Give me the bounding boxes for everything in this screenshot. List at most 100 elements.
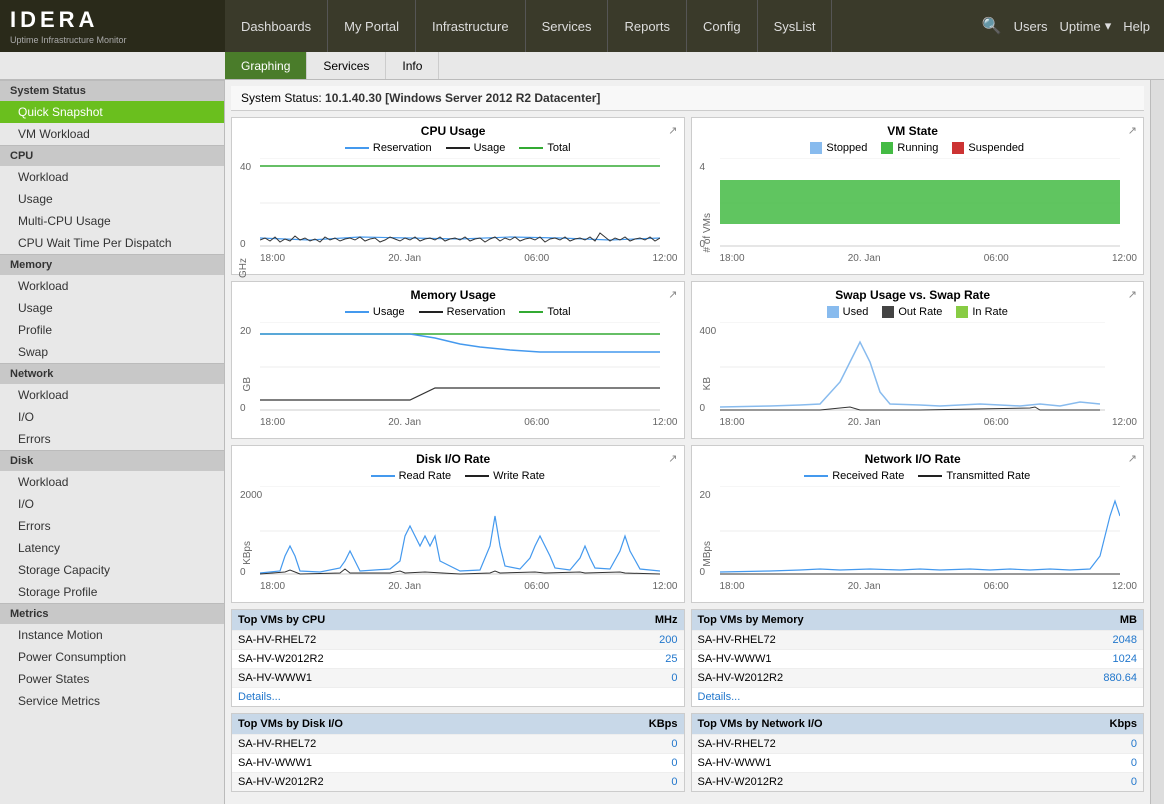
sidebar-item-power-consumption[interactable]: Power Consumption (0, 646, 224, 668)
nav-services[interactable]: Services (526, 0, 609, 52)
chart-grid-row2: ↗ Memory Usage Usage Reservation Total (231, 281, 1144, 439)
sidebar-item-disk-io[interactable]: I/O (0, 493, 224, 515)
chart-title-cpu: CPU Usage (238, 124, 678, 138)
nav-right: 🔍 Users Uptime ▾ Help (968, 0, 1164, 52)
table-top-memory: Top VMs by Memory MB SA-HV-RHEL72 2048 S… (691, 609, 1145, 707)
table-details-cpu[interactable]: Details... (232, 687, 684, 706)
table-unit-cpu: MHz (655, 614, 678, 626)
chart-body-disk: 2000 0 KBps 18:00 20. Jan (238, 486, 678, 596)
nav-infrastructure[interactable]: Infrastructure (416, 0, 526, 52)
sidebar-item-cpu-wait-time[interactable]: CPU Wait Time Per Dispatch (0, 232, 224, 254)
mem-y-label: GB (242, 377, 253, 391)
chart-expand-vm[interactable]: ↗ (1128, 124, 1137, 137)
sidebar-item-vm-workload[interactable]: VM Workload (0, 123, 224, 145)
sidebar-item-cpu-workload[interactable]: Workload (0, 166, 224, 188)
sidebar-item-disk-latency[interactable]: Latency (0, 537, 224, 559)
chart-title-swap: Swap Usage vs. Swap Rate (698, 288, 1138, 302)
sidebar-item-memory-workload[interactable]: Workload (0, 275, 224, 297)
sidebar-item-memory-profile[interactable]: Profile (0, 319, 224, 341)
legend-line-disk-read (371, 475, 395, 477)
sidebar-item-disk-errors[interactable]: Errors (0, 515, 224, 537)
legend-cpu-usage: Usage (446, 142, 506, 154)
legend-line-net-received (804, 475, 828, 477)
nav-syslist[interactable]: SysList (758, 0, 833, 52)
sidebar-item-quick-snapshot[interactable]: Quick Snapshot (0, 101, 224, 123)
vm-x-labels: 18:00 20. Jan 06:00 12:00 (720, 253, 1138, 264)
nav-help[interactable]: Help (1123, 19, 1150, 34)
legend-line-disk-write (465, 475, 489, 477)
sidebar-item-network-workload[interactable]: Workload (0, 384, 224, 406)
chart-vm-state: ↗ VM State Stopped Running Suspended (691, 117, 1145, 275)
nav-myportal[interactable]: My Portal (328, 0, 416, 52)
nav-uptime[interactable]: Uptime ▾ (1060, 18, 1112, 34)
chart-legend-memory: Usage Reservation Total (238, 306, 678, 318)
sidebar-item-storage-capacity[interactable]: Storage Capacity (0, 559, 224, 581)
table-row-net-1: SA-HV-RHEL72 0 (692, 734, 1144, 753)
chart-expand-network[interactable]: ↗ (1128, 452, 1137, 465)
tab-graphing[interactable]: Graphing (225, 52, 307, 79)
memory-x-labels: 18:00 20. Jan 06:00 12:00 (260, 417, 678, 428)
chart-swap-usage: ↗ Swap Usage vs. Swap Rate Used Out Rate… (691, 281, 1145, 439)
table-row-net-2: SA-HV-WWW1 0 (692, 753, 1144, 772)
chart-expand-swap[interactable]: ↗ (1128, 288, 1137, 301)
table-row-cpu-3: SA-HV-WWW1 0 (232, 668, 684, 687)
chart-expand-disk[interactable]: ↗ (668, 452, 677, 465)
chart-legend-disk: Read Rate Write Rate (238, 470, 678, 482)
nav-reports[interactable]: Reports (608, 0, 687, 52)
nav-config[interactable]: Config (687, 0, 758, 52)
tab-services[interactable]: Services (307, 52, 386, 79)
sidebar-item-disk-workload[interactable]: Workload (0, 471, 224, 493)
top-navigation: IDERA Uptime Infrastructure Monitor Dash… (0, 0, 1164, 52)
sidebar-section-network: Network (0, 363, 224, 384)
cpu-chart-svg (260, 158, 660, 248)
sidebar-item-network-io[interactable]: I/O (0, 406, 224, 428)
vm-value-cpu-3: 0 (671, 672, 677, 684)
table-title-network: Top VMs by Network I/O (698, 718, 823, 730)
network-x-labels: 18:00 20. Jan 06:00 12:00 (720, 581, 1138, 592)
legend-box-outrate (882, 306, 894, 318)
legend-disk-write: Write Rate (465, 470, 545, 482)
sidebar-item-service-metrics[interactable]: Service Metrics (0, 690, 224, 712)
chart-expand-cpu[interactable]: ↗ (668, 124, 677, 137)
legend-vm-running: Running (881, 142, 938, 154)
sidebar-item-multi-cpu-usage[interactable]: Multi-CPU Usage (0, 210, 224, 232)
chart-legend-cpu: Reservation Usage Total (238, 142, 678, 154)
table-row-net-3: SA-HV-W2012R2 0 (692, 772, 1144, 791)
vm-value-net-1: 0 (1131, 738, 1137, 750)
nav-dashboards[interactable]: Dashboards (225, 0, 328, 52)
table-grid-row1: Top VMs by CPU MHz SA-HV-RHEL72 200 SA-H… (231, 609, 1144, 707)
chart-title-disk: Disk I/O Rate (238, 452, 678, 466)
sidebar-item-storage-profile[interactable]: Storage Profile (0, 581, 224, 603)
table-header-network: Top VMs by Network I/O Kbps (692, 714, 1144, 734)
sidebar-item-memory-swap[interactable]: Swap (0, 341, 224, 363)
table-grid-row2: Top VMs by Disk I/O KBps SA-HV-RHEL72 0 … (231, 713, 1144, 792)
sidebar-item-memory-usage[interactable]: Usage (0, 297, 224, 319)
legend-box-used (827, 306, 839, 318)
table-row-mem-1: SA-HV-RHEL72 2048 (692, 630, 1144, 649)
legend-disk-read: Read Rate (371, 470, 452, 482)
table-details-memory[interactable]: Details... (692, 687, 1144, 706)
table-header-cpu: Top VMs by CPU MHz (232, 610, 684, 630)
legend-vm-stopped: Stopped (810, 142, 867, 154)
network-chart-svg (720, 486, 1120, 576)
table-title-disk: Top VMs by Disk I/O (238, 718, 343, 730)
table-top-network: Top VMs by Network I/O Kbps SA-HV-RHEL72… (691, 713, 1145, 792)
sidebar-section-memory: Memory (0, 254, 224, 275)
sidebar-item-network-errors[interactable]: Errors (0, 428, 224, 450)
legend-swap-inrate: In Rate (956, 306, 1007, 318)
chart-expand-memory[interactable]: ↗ (668, 288, 677, 301)
vm-value-disk-2: 0 (671, 757, 677, 769)
legend-line-mem-usage (345, 311, 369, 313)
sidebar-item-cpu-usage[interactable]: Usage (0, 188, 224, 210)
disk-x-labels: 18:00 20. Jan 06:00 12:00 (260, 581, 678, 592)
nav-users[interactable]: Users (1014, 19, 1048, 34)
scrollbar[interactable] (1150, 80, 1164, 804)
chart-legend-vm: Stopped Running Suspended (698, 142, 1138, 154)
sidebar-item-instance-motion[interactable]: Instance Motion (0, 624, 224, 646)
legend-line-total (519, 147, 543, 149)
search-icon[interactable]: 🔍 (982, 16, 1002, 36)
tab-info[interactable]: Info (386, 52, 439, 79)
vm-value-disk-3: 0 (671, 776, 677, 788)
sidebar-item-power-states[interactable]: Power States (0, 668, 224, 690)
swap-chart-svg (720, 322, 1105, 412)
